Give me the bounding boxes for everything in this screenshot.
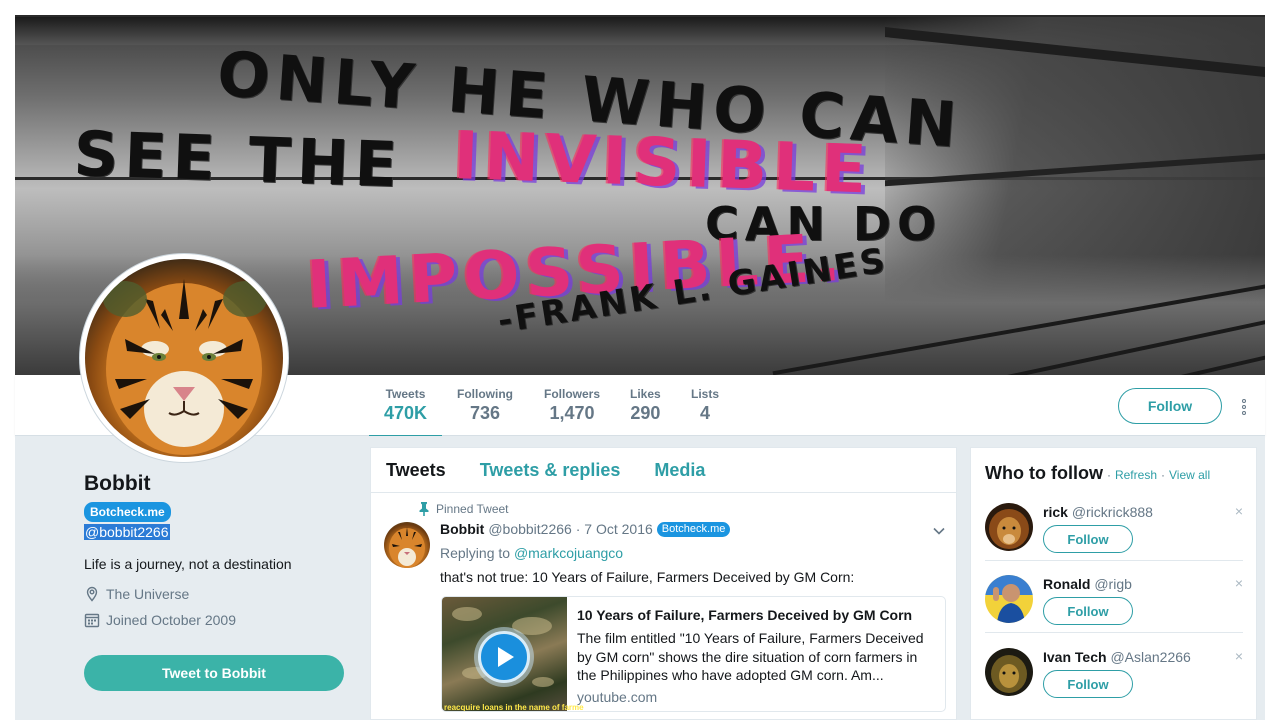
suggestion-item: Ronald @rigb Follow × <box>985 575 1243 637</box>
suggestion-follow-button[interactable]: Follow <box>1043 525 1133 553</box>
timeline: Tweets Tweets & replies Media Pinned Twe… <box>370 447 957 720</box>
stat-lists[interactable]: Lists 4 <box>691 387 719 424</box>
tweet-handle-date[interactable]: @bobbit2266 · 7 Oct 2016 <box>488 521 652 537</box>
pinned-text: Pinned Tweet <box>436 502 509 516</box>
calendar-icon <box>84 612 100 628</box>
tab-tweets-replies[interactable]: Tweets & replies <box>480 460 621 481</box>
suggestion-name: Ronald <box>1043 576 1091 592</box>
tweet-author-avatar[interactable] <box>384 522 430 568</box>
profile-location: The Universe <box>84 586 354 602</box>
stat-label: Likes <box>630 387 661 401</box>
view-all-link[interactable]: View all <box>1169 468 1210 482</box>
thumbnail-caption: reacquire loans in the name of farme <box>444 703 584 712</box>
suggestion-name: rick <box>1043 504 1068 520</box>
card-description: The film entitled "10 Years of Failure, … <box>577 630 924 683</box>
suggestion-handle: @Aslan2266 <box>1110 649 1191 665</box>
tiger-avatar-image <box>85 259 283 457</box>
dismiss-icon[interactable]: × <box>1235 648 1243 664</box>
profile-bio: Life is a journey, not a destination <box>84 556 292 572</box>
banner-quote-line: SEE THE <box>72 117 405 202</box>
stat-label: Followers <box>544 387 601 401</box>
stat-tweets[interactable]: Tweets 470K <box>368 387 443 438</box>
tab-tweets[interactable]: Tweets <box>386 460 446 481</box>
profile-page: ONLY HE WHO CAN SEE THE INVISIBLE CAN DO… <box>0 0 1280 720</box>
stat-label: Tweets <box>385 387 426 401</box>
tweet-to-button[interactable]: Tweet to Bobbit <box>84 655 344 691</box>
replying-to-line: Replying to @markcojuangco <box>440 545 623 561</box>
stat-value: 290 <box>630 403 661 423</box>
suggestion-handle: @rigb <box>1094 576 1132 592</box>
link-card[interactable]: reacquire loans in the name of farme 10 … <box>441 596 946 712</box>
card-title: 10 Years of Failure, Farmers Deceived by… <box>577 607 913 623</box>
who-to-follow-module: Who to follow · Refresh · View all rick … <box>970 447 1257 720</box>
tweet-header: Bobbit @bobbit2266 · 7 Oct 2016 Botcheck… <box>440 521 731 537</box>
play-icon[interactable] <box>478 631 530 683</box>
dismiss-icon[interactable]: × <box>1235 503 1243 519</box>
replying-prefix: Replying to <box>440 545 514 561</box>
stat-value: 470K <box>384 403 428 423</box>
suggestion-item: Ivan Tech @Aslan2266 Follow × <box>985 648 1243 710</box>
stat-likes[interactable]: Likes 290 <box>630 387 661 424</box>
who-to-follow-title: Who to follow <box>985 463 1103 483</box>
stat-label: Lists <box>691 387 720 401</box>
profile-joined: Joined October 2009 <box>84 612 354 628</box>
location-pin-icon <box>84 586 100 602</box>
divider <box>985 560 1243 561</box>
tweet-botcheck-badge[interactable]: Botcheck.me <box>656 521 731 537</box>
suggestion-avatar[interactable] <box>985 648 1033 696</box>
video-thumbnail[interactable]: reacquire loans in the name of farme <box>442 597 584 711</box>
stat-following[interactable]: Following 736 <box>457 387 513 424</box>
suggestion-avatar[interactable] <box>985 503 1033 551</box>
refresh-link[interactable]: Refresh <box>1115 468 1157 482</box>
location-text[interactable]: The Universe <box>106 586 189 602</box>
stat-value: 736 <box>469 403 501 423</box>
suggestion-identity[interactable]: rick @rickrick888 <box>1043 504 1153 520</box>
stat-value: 1,470 <box>549 403 595 423</box>
stat-value: 4 <box>700 403 711 423</box>
suggestion-follow-button[interactable]: Follow <box>1043 670 1133 698</box>
stat-label: Following <box>457 387 513 401</box>
suggestion-avatar[interactable] <box>985 575 1033 623</box>
separator-dot: · <box>1106 468 1111 482</box>
divider <box>985 632 1243 633</box>
suggestion-name: Ivan Tech <box>1043 649 1107 665</box>
suggestion-identity[interactable]: Ronald @rigb <box>1043 576 1132 592</box>
tab-media[interactable]: Media <box>654 460 705 481</box>
pin-icon <box>418 502 430 516</box>
suggestion-handle: @rickrick888 <box>1071 504 1153 520</box>
card-body: 10 Years of Failure, Farmers Deceived by… <box>567 597 945 711</box>
follow-button[interactable]: Follow <box>1118 388 1222 424</box>
profile-avatar[interactable] <box>80 254 288 462</box>
suggestion-follow-button[interactable]: Follow <box>1043 597 1133 625</box>
who-to-follow-header: Who to follow · Refresh · View all <box>985 463 1210 484</box>
separator-dot: · <box>1161 468 1165 482</box>
card-domain: youtube.com <box>577 688 658 705</box>
stat-followers[interactable]: Followers 1,470 <box>544 387 600 424</box>
joined-text: Joined October 2009 <box>106 612 236 628</box>
profile-handle[interactable]: @bobbit2266 <box>84 524 170 540</box>
more-options-icon[interactable] <box>1238 397 1250 417</box>
profile-name[interactable]: Bobbit <box>84 472 354 496</box>
replying-to-link[interactable]: @markcojuangco <box>514 545 623 561</box>
suggestion-identity[interactable]: Ivan Tech @Aslan2266 <box>1043 649 1191 665</box>
pinned-tweet-label: Pinned Tweet <box>419 502 509 516</box>
botcheck-badge[interactable]: Botcheck.me <box>84 502 171 522</box>
dismiss-icon[interactable]: × <box>1235 575 1243 591</box>
banner-quote-highlight: INVISIBLE <box>452 117 874 209</box>
suggestion-item: rick @rickrick888 Follow × <box>985 503 1243 565</box>
chevron-down-icon[interactable] <box>932 524 946 538</box>
tweet-author-name[interactable]: Bobbit <box>440 521 484 537</box>
tweet-text: that's not true: 10 Years of Failure, Fa… <box>440 569 855 585</box>
profile-card: Bobbit Botcheck.me @bobbit2266 Life is a… <box>84 472 354 628</box>
timeline-tabs: Tweets Tweets & replies Media <box>371 448 956 493</box>
